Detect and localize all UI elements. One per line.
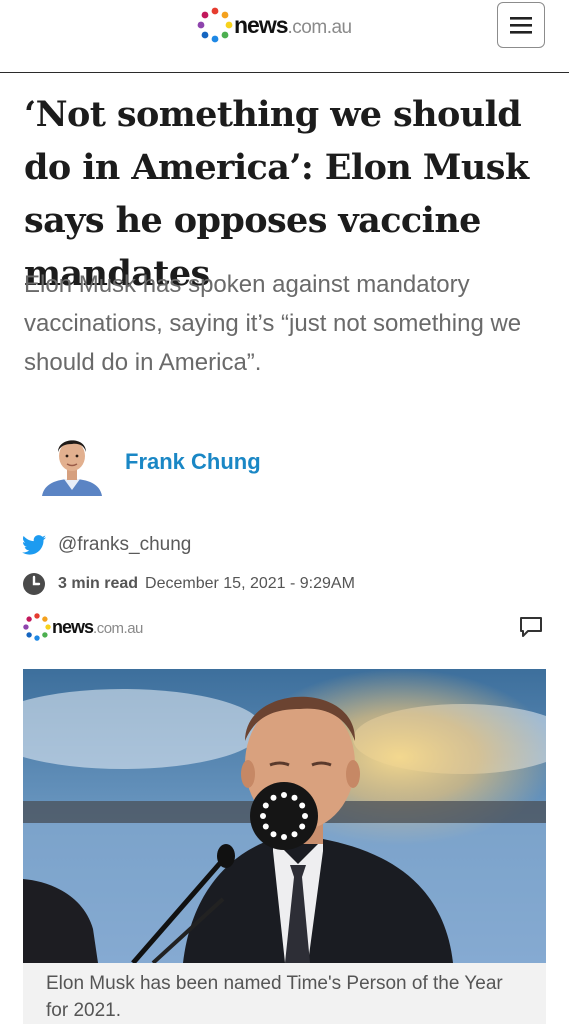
menu-button[interactable] [497, 2, 545, 48]
article-meta: 3 min read December 15, 2021 - 9:29AM [22, 572, 355, 596]
source-logo-brand-text: news [52, 616, 94, 637]
twitter-handle[interactable]: @franks_chung [58, 534, 191, 556]
author-avatar[interactable] [38, 428, 106, 496]
site-header: news.com.au [0, 0, 569, 73]
author-name-link[interactable]: Frank Chung [125, 449, 261, 475]
article-standfirst: Elon Musk has spoken against mandatory v… [24, 271, 522, 376]
clock-icon [23, 573, 45, 595]
source-logo-tld-text: .com.au [93, 619, 143, 637]
comment-icon[interactable] [519, 616, 543, 638]
publish-date: December 15, 2021 - 9:29AM [145, 575, 355, 592]
news-logo-dots-icon [23, 613, 51, 641]
image-caption: Elon Musk has been named Time's Person o… [46, 973, 503, 1021]
source-logo: news.com.au [22, 612, 143, 642]
author-twitter-row[interactable]: @franks_chung [22, 534, 191, 556]
news-logo[interactable]: news.com.au [196, 6, 352, 44]
hamburger-menu-icon [510, 17, 532, 34]
news-logo-dots-icon [197, 7, 233, 43]
loading-spinner-icon [250, 782, 318, 850]
logo-tld-text: .com.au [287, 16, 353, 38]
read-time: 3 min read [58, 575, 139, 592]
article-hero-image[interactable] [23, 669, 546, 963]
logo-brand-text: news [234, 11, 289, 38]
twitter-bird-icon [22, 535, 46, 555]
news-logo-wordmark: news.com.au [234, 12, 352, 39]
image-caption-box: Elon Musk has been named Time's Person o… [23, 963, 546, 1024]
source-logo-wordmark: news.com.au [52, 617, 143, 638]
